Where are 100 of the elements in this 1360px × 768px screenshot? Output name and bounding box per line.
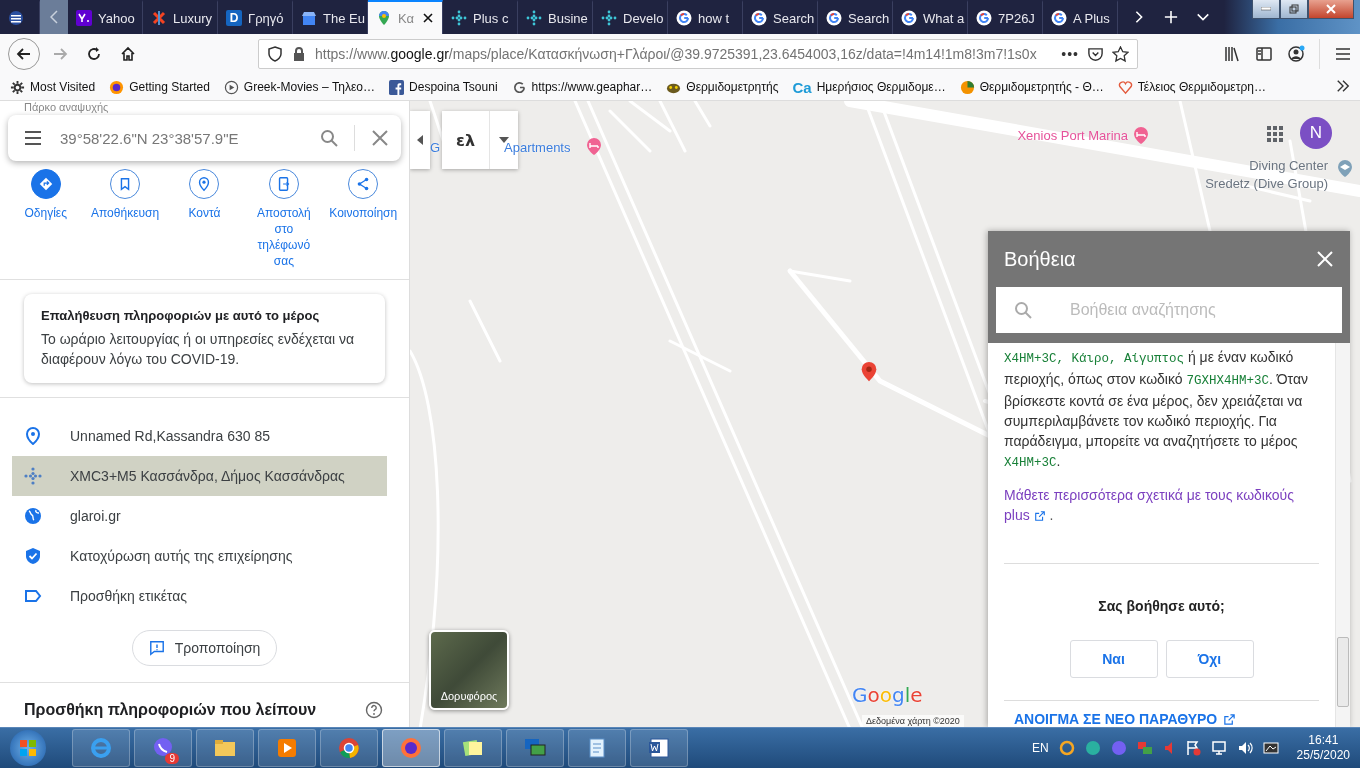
dots-icon [526,10,542,26]
apps-grid-icon [1266,125,1284,143]
reload-icon [86,46,102,62]
g-icon [511,79,527,95]
help-search-box[interactable]: Βοήθεια αναζήτησης [996,287,1342,333]
bookmark-item[interactable]: Getting Started [109,79,210,95]
speaker-icon [1162,742,1175,754]
info-row[interactable]: Κατοχύρωση αυτής της επιχείρησης [0,536,409,576]
browser-e-icon [89,736,113,760]
bookmark-item[interactable]: Θερμιδομετρητής - Θ… [959,79,1104,95]
bookmark-item[interactable]: Ca Ημερήσιος Θερμιδομε… [792,78,946,96]
map-label[interactable]: Apartments [504,139,571,157]
learn-more-link[interactable]: Μάθετε περισσότερα σχετικά με τους κωδικούς plus . [1004,485,1319,525]
feedback-button[interactable]: Όχι [1165,640,1254,678]
start-button[interactable] [10,730,46,766]
dots-icon [601,10,617,26]
external-link-icon [1223,712,1237,726]
pie-icon [959,79,975,95]
facebook-icon [389,79,405,95]
label-icon [24,587,42,605]
flag-icon [8,10,24,26]
scrollbar[interactable] [1335,343,1350,727]
language-indicator[interactable]: EN [1031,741,1049,755]
bookmark-item[interactable]: https://www.geaphar… [511,79,653,95]
close-icon [1326,4,1336,14]
store-icon [301,10,317,26]
browser-tab[interactable]: Κα [368,0,443,34]
yahoo-icon [76,10,92,26]
sidebar-icon [1255,45,1273,63]
info-row[interactable]: Προσθήκη ετικέτας [0,576,409,616]
taskbar-app-button[interactable] [258,729,316,767]
scrollbar-thumb[interactable] [1337,637,1349,707]
heart-icon [1117,79,1133,95]
library-icon [1223,45,1241,63]
edit-button[interactable]: Τροποποίηση [131,630,278,666]
taskbar-app-button[interactable] [444,729,502,767]
info-row[interactable]: Unnamed Rd,Kassandra 630 85 [0,416,409,456]
search-input[interactable]: 39°58'22.6"N 23°38'57.9"E [58,128,304,148]
shield-icon [267,46,283,62]
language-button[interactable]: ελ [442,111,490,169]
monitor-icon [1210,740,1227,756]
pocket-icon [1087,45,1104,63]
taskbar-app-button[interactable] [630,729,688,767]
search-icon [1014,301,1032,319]
display-icon [1262,740,1279,756]
volume-icon [1236,740,1253,756]
shield-check-icon [24,547,42,565]
satellite-button[interactable]: Δορυφόρος [429,630,509,710]
bookmark-item[interactable]: Θερμιδομετρητής [666,79,779,95]
account-avatar[interactable]: N [1300,117,1332,149]
home-icon [120,46,136,62]
action-button[interactable]: Κοινοποίηση [326,169,401,269]
feedback-button[interactable]: Ναι [1069,640,1158,678]
info-row[interactable]: glaroi.gr [0,496,409,536]
plus-icon [1164,10,1178,24]
feedback-icon [148,640,165,656]
map-pin-icon [376,10,392,26]
google-icon [1051,10,1067,26]
google-icon [901,10,917,26]
notification-badge: 9 [165,753,179,764]
minimize-button[interactable] [1252,0,1280,19]
forward-arrow-icon [52,46,68,62]
address-field[interactable]: https://www.google.gr/maps/place/Κατασκήνωση+Γλάροι/@39.9725391,23.6454003,16z/data=!4m14!1m8!3m7!1s0x ••• [258,39,1138,69]
dots-icon [451,10,467,26]
notice-title: Επαλήθευση πληροφοριών με αυτό το μέρος [41,308,321,323]
taskbar-app-button[interactable] [568,729,626,767]
more-actions-button[interactable]: ••• [1061,46,1079,62]
info-row[interactable]: XMC3+M5 Κασσάνδρα, Δήμος Κασσάνδρας [12,456,387,496]
map-label[interactable]: Diving Center Sredetz (Dive Group) [1205,157,1328,193]
gear-icon [10,79,25,95]
menu-icon [24,129,42,147]
restore-button[interactable] [1280,0,1308,19]
bookmark-item[interactable]: Most Visited [10,79,96,95]
taskbar-app-button[interactable]: 9 [134,729,192,767]
triangle-left-icon [417,135,423,145]
taskbar-app-button[interactable] [382,729,440,767]
bookmark-item[interactable]: Despoina Tsouni [389,79,498,95]
taskbar-app-button[interactable] [320,729,378,767]
school-pin-icon [1336,159,1354,177]
bookmark-item[interactable]: Greek-Movies – Τηλεο… [223,79,376,95]
taskbar-app-button[interactable] [196,729,254,767]
action-button[interactable]: Οδηγίες [8,169,83,269]
hotel-pin-icon [1132,126,1150,144]
open-new-window-link[interactable]: ΑΝΟΙΓΜΑ ΣΕ ΝΕΟ ΠΑΡΑΘΥΡΟ [1014,711,1309,727]
close-window-button[interactable] [1308,0,1354,19]
close-icon [371,129,389,147]
map-data-credit: Δεδομένα χάρτη ©2020 [862,715,964,727]
action-button[interactable]: Κοντά [167,169,242,269]
collapse-panel-button[interactable] [410,111,430,169]
action-button[interactable]: Αποθήκευση [88,169,163,269]
directions-icon [37,176,54,192]
close-icon[interactable] [422,12,434,24]
firefox-icon [109,79,125,95]
network-icon [1136,740,1153,756]
taskbar-app-button[interactable] [506,729,564,767]
bookmark-item[interactable]: Τέλειος Θερμιδομετρη… [1117,79,1266,95]
caret-down-icon [499,137,509,143]
media-player-icon [275,736,299,760]
search-box[interactable]: 39°58'22.6"N 23°38'57.9"E [8,115,401,161]
action-button[interactable]: Αποστολή στο τηλέφωνό σας [246,169,321,269]
